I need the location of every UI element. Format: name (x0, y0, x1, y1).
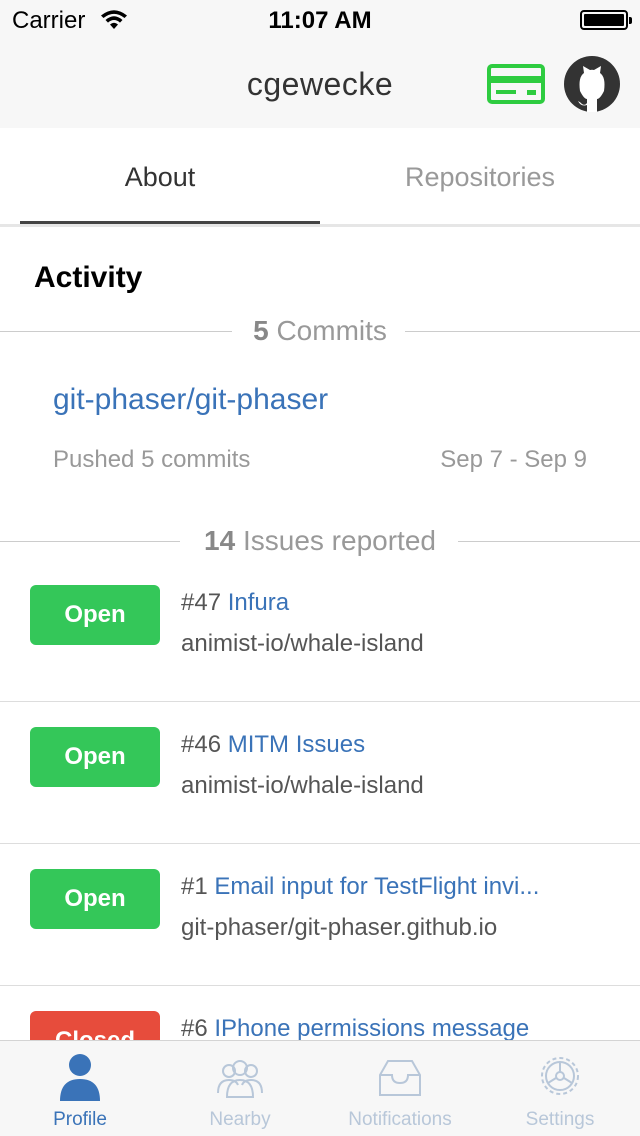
issue-row[interactable]: Open #46 MITM Issues animist-io/whale-is… (0, 702, 640, 844)
tabbar-item-settings[interactable]: Settings (480, 1041, 640, 1136)
tabbar-item-nearby[interactable]: Nearby (160, 1041, 320, 1136)
people-icon (217, 1060, 263, 1098)
issue-status-badge: Open (30, 727, 160, 787)
tabbar-label: Profile (53, 1109, 107, 1130)
issue-row[interactable]: Open #47 Infura animist-io/whale-island (0, 560, 640, 702)
tabbar-item-profile[interactable]: Profile (0, 1041, 160, 1136)
tab-about[interactable]: About (0, 128, 320, 226)
navigation-bar: cgewecke (0, 40, 640, 128)
issue-title-link[interactable]: MITM Issues (228, 731, 365, 758)
tabbar-label: Settings (525, 1109, 595, 1130)
clock-time: 11:07 AM (268, 7, 372, 34)
issue-title-link[interactable]: Infura (228, 589, 289, 616)
issue-number: #6 (181, 1015, 208, 1040)
commits-divider: 5 Commits (0, 311, 640, 351)
commit-repo-link[interactable]: git-phaser/git-phaser (53, 383, 328, 417)
tab-repositories[interactable]: Repositories (320, 128, 640, 226)
issue-status-badge: Closed (30, 1011, 160, 1040)
credit-card-icon[interactable] (487, 64, 545, 104)
status-bar: Carrier 11:07 AM (0, 0, 640, 40)
issue-title-link[interactable]: Email input for TestFlight invi... (214, 873, 539, 900)
issue-repo: animist-io/whale-island (181, 772, 424, 799)
pushed-commits-text: Pushed 5 commits (53, 446, 251, 473)
issue-status-badge: Open (30, 585, 160, 645)
issue-repo: animist-io/whale-island (181, 630, 424, 657)
tabbar-label: Notifications (348, 1109, 452, 1130)
tabbar-item-notifications[interactable]: Notifications (320, 1041, 480, 1136)
issues-count: 14 (204, 525, 236, 556)
commit-date-range: Sep 7 - Sep 9 (440, 446, 587, 473)
activity-content[interactable]: Activity 5 Commits git-phaser/git-phaser… (0, 227, 640, 1040)
issues-divider: 14 Issues reported (0, 521, 640, 561)
section-title: Activity (34, 261, 143, 294)
issue-number: #46 (181, 731, 222, 758)
commits-label: Commits (276, 315, 387, 346)
commits-count: 5 (253, 315, 269, 346)
tab-bar: Profile Nearby Notifications Settings (0, 1040, 640, 1136)
person-icon (60, 1054, 100, 1101)
issue-number: #47 (181, 589, 222, 616)
profile-tabs: About Repositories (0, 128, 640, 226)
inbox-tray-icon (379, 1060, 421, 1096)
issue-title-link[interactable]: IPhone permissions message (214, 1015, 529, 1040)
issues-label: Issues reported (242, 525, 436, 556)
issue-number: #1 (181, 873, 208, 900)
gear-icon (541, 1057, 579, 1095)
issue-row[interactable]: Closed #6 IPhone permissions message (0, 986, 640, 1040)
github-octocat-icon[interactable] (563, 55, 621, 113)
issue-status-badge: Open (30, 869, 160, 929)
issue-row[interactable]: Open #1 Email input for TestFlight invi.… (0, 844, 640, 986)
tabbar-label: Nearby (209, 1109, 271, 1130)
issue-repo: git-phaser/git-phaser.github.io (181, 914, 498, 941)
battery-icon (580, 10, 632, 30)
